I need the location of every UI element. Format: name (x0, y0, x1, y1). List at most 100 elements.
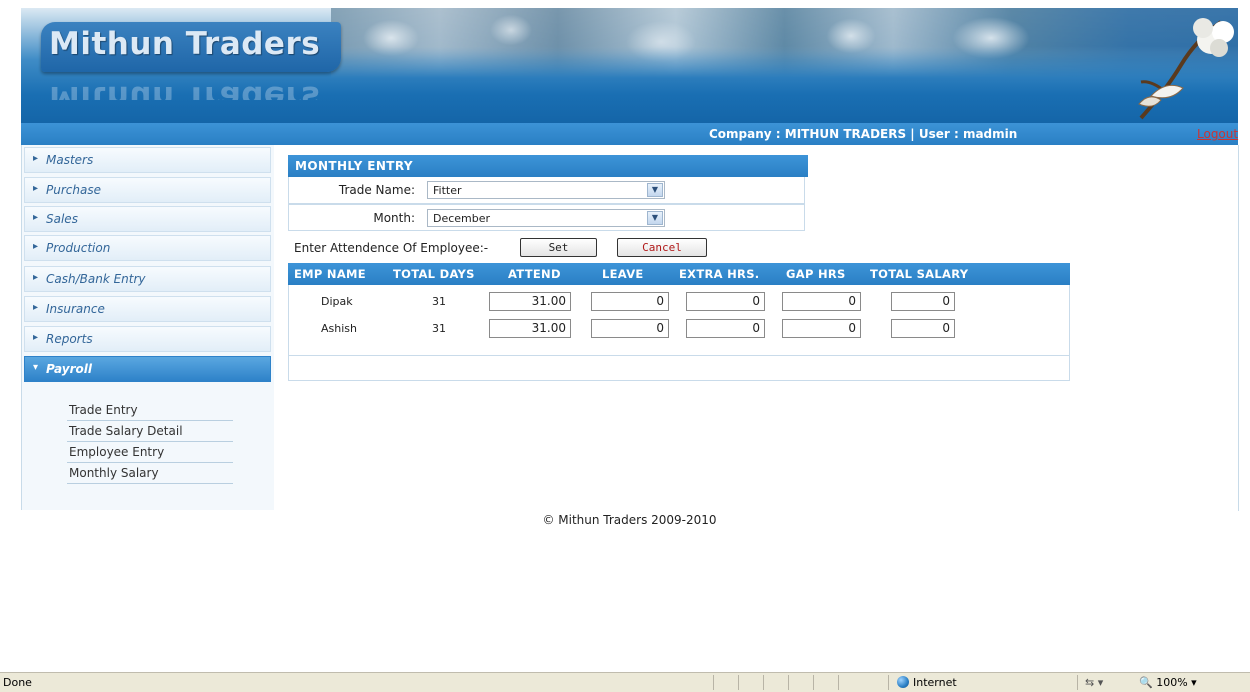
sidebar-item-label: Production (46, 241, 111, 255)
set-button[interactable]: Set (520, 238, 597, 257)
total-salary-input[interactable]: 0 (891, 292, 955, 311)
trade-name-row: Trade Name: Fitter ▼ (288, 177, 805, 204)
zoom-control[interactable]: 🔍 100% ▾ (1139, 676, 1197, 689)
monthly-entry-title: MONTHLY ENTRY (288, 155, 808, 177)
brand-logo-reflection: Mithun Traders (49, 79, 321, 100)
col-attend: ATTEND (508, 267, 561, 281)
cotton-plant-icon (1138, 18, 1234, 120)
status-divider (713, 675, 714, 690)
status-text: Done (3, 676, 32, 689)
submenu-label: Trade Entry (69, 403, 138, 417)
chevron-right-icon: ▸ (33, 153, 39, 164)
attendance-label: Enter Attendence Of Employee:- (294, 241, 489, 255)
total-days: 31 (432, 322, 446, 335)
submenu-monthly-salary[interactable]: Monthly Salary (67, 463, 233, 484)
attendance-grid-header: EMP NAME TOTAL DAYS ATTEND LEAVE EXTRA H… (288, 263, 1070, 285)
attend-input[interactable]: 31.00 (489, 292, 571, 311)
gap-hrs-input[interactable]: 0 (782, 292, 861, 311)
sidebar-item-payroll[interactable]: ▾ Payroll (24, 356, 271, 382)
chevron-down-icon[interactable]: ▼ (647, 211, 663, 225)
submenu-label: Monthly Salary (69, 466, 159, 480)
app-window: Mithun Traders Mithun Traders Company : … (21, 8, 1239, 530)
brand-logo: Mithun Traders (49, 26, 321, 62)
leave-input[interactable]: 0 (591, 292, 669, 311)
trade-name-value: Fitter (433, 184, 462, 197)
logout-link[interactable]: Logout (1197, 127, 1238, 141)
sidebar-item-cash-bank-entry[interactable]: ▸ Cash/Bank Entry (24, 266, 271, 292)
total-days: 31 (432, 295, 446, 308)
cancel-button[interactable]: Cancel (617, 238, 707, 257)
protected-mode-icon[interactable]: ⇆ ▾ (1085, 676, 1103, 689)
total-salary-input[interactable]: 0 (891, 319, 955, 338)
sidebar-item-label: Masters (46, 153, 94, 167)
sidebar-item-sales[interactable]: ▸ Sales (24, 206, 271, 232)
attendance-grid: Dipak 31 31.00 0 0 0 0 Ashish 31 31.00 0… (288, 285, 1070, 381)
chevron-right-icon: ▸ (33, 241, 39, 252)
gap-hrs-input[interactable]: 0 (782, 319, 861, 338)
col-total-salary: TOTAL SALARY (870, 267, 969, 281)
col-extra-hrs: EXTRA HRS. (679, 267, 760, 281)
sidebar-nav: ▸ Masters ▸ Purchase ▸ Sales ▸ Productio… (21, 145, 275, 511)
submenu-employee-entry[interactable]: Employee Entry (67, 442, 233, 463)
chevron-down-icon[interactable]: ▼ (647, 183, 663, 197)
submenu-trade-salary-detail[interactable]: Trade Salary Detail (67, 421, 233, 442)
sidebar-item-label: Purchase (46, 183, 101, 197)
submenu-trade-entry[interactable]: Trade Entry (67, 400, 233, 421)
sidebar-item-purchase[interactable]: ▸ Purchase (24, 177, 271, 203)
chevron-down-icon: ▾ (33, 362, 39, 373)
security-zone: Internet (897, 676, 957, 689)
sidebar-item-reports[interactable]: ▸ Reports (24, 326, 271, 352)
submenu-label: Employee Entry (69, 445, 165, 459)
col-leave: LEAVE (602, 267, 644, 281)
sidebar-item-insurance[interactable]: ▸ Insurance (24, 296, 271, 322)
status-divider (1077, 675, 1078, 690)
extra-hrs-input[interactable]: 0 (686, 319, 765, 338)
table-row: Ashish 31 31.00 0 0 0 0 (289, 317, 1069, 342)
sidebar-item-label: Sales (46, 212, 78, 226)
emp-name: Dipak (321, 295, 353, 308)
month-value: December (433, 212, 491, 225)
chevron-right-icon: ▸ (33, 183, 39, 194)
page-footer: © Mithun Traders 2009-2010 (21, 510, 1238, 530)
sidebar-item-label: Insurance (46, 302, 105, 316)
trade-name-select[interactable]: Fitter ▼ (427, 181, 665, 199)
company-user-label: Company : MITHUN TRADERS | User : madmin (709, 127, 1018, 141)
header-banner: Mithun Traders Mithun Traders (21, 8, 1238, 123)
sidebar-item-label: Reports (46, 332, 93, 346)
month-select[interactable]: December ▼ (427, 209, 665, 227)
table-row: Dipak 31 31.00 0 0 0 0 (289, 290, 1069, 315)
sidebar-item-production[interactable]: ▸ Production (24, 235, 271, 261)
trade-name-label: Trade Name: (338, 183, 415, 197)
top-info-bar: Company : MITHUN TRADERS | User : madmin… (21, 123, 1238, 145)
status-divider (888, 675, 889, 690)
attendance-row: Enter Attendence Of Employee:- Set Cance… (288, 236, 808, 262)
sidebar-item-label: Payroll (46, 362, 92, 376)
zone-label: Internet (913, 676, 957, 689)
browser-status-bar: Done Internet ⇆ ▾ 🔍 100% ▾ (0, 672, 1250, 692)
chevron-right-icon: ▸ (33, 272, 39, 283)
panel-title-text: MONTHLY ENTRY (295, 159, 413, 173)
main-content: MONTHLY ENTRY Trade Name: Fitter ▼ Month… (274, 145, 1239, 511)
payroll-submenu: Trade Entry Trade Salary Detail Employee… (24, 386, 271, 498)
cotton-photo-strip (331, 8, 1238, 78)
chevron-right-icon: ▸ (33, 332, 39, 343)
emp-name: Ashish (321, 322, 357, 335)
extra-hrs-input[interactable]: 0 (686, 292, 765, 311)
month-label: Month: (373, 211, 415, 225)
copyright-text: © Mithun Traders 2009-2010 (542, 513, 717, 527)
status-divider (763, 675, 764, 690)
leave-input[interactable]: 0 (591, 319, 669, 338)
attend-input[interactable]: 31.00 (489, 319, 571, 338)
sidebar-item-label: Cash/Bank Entry (46, 272, 146, 286)
status-divider (738, 675, 739, 690)
sidebar-item-masters[interactable]: ▸ Masters (24, 147, 271, 173)
chevron-right-icon: ▸ (33, 212, 39, 223)
col-emp-name: EMP NAME (294, 267, 366, 281)
status-divider (788, 675, 789, 690)
month-row: Month: December ▼ (288, 204, 805, 231)
grid-divider (289, 355, 1069, 356)
col-gap-hrs: GAP HRS (786, 267, 846, 281)
status-divider (838, 675, 839, 690)
chevron-right-icon: ▸ (33, 302, 39, 313)
globe-icon (897, 676, 909, 688)
